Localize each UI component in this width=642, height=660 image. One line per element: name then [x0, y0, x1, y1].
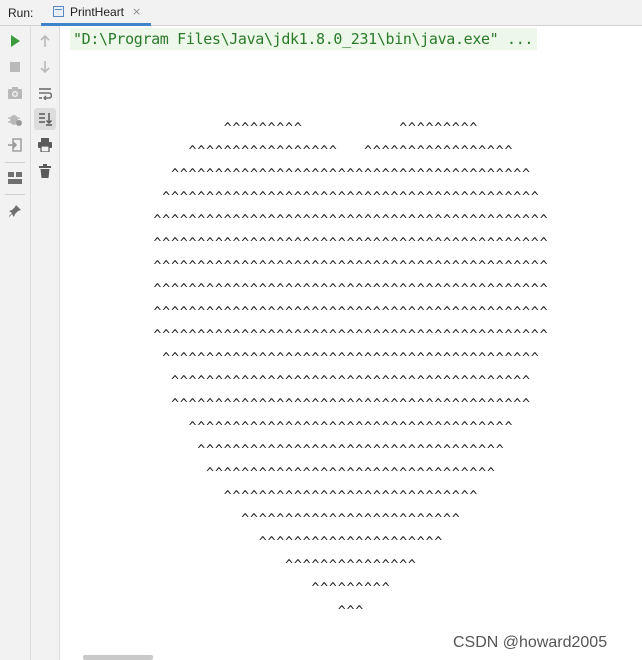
output-line: ^^^^^^^^^^^^^^^^^^^^^^^^^^^^^^^^^^^ [197, 443, 505, 458]
stop-button[interactable] [4, 56, 26, 78]
close-icon[interactable]: × [132, 5, 141, 18]
layout-icon [8, 172, 22, 184]
down-arrow-icon [40, 61, 50, 74]
horizontal-scrollbar[interactable] [83, 655, 153, 660]
output-line: ^^^^^^^^^^^^^^^^^^^^^^^^^ [241, 512, 461, 527]
debug-icon [8, 115, 22, 126]
login-icon [8, 138, 22, 152]
heart-output: ^^^^^^^^^ ^^^^^^^^^ ^^^^^^^^^^^^^^^^^ ^^… [60, 26, 642, 660]
clear-all-button[interactable] [34, 160, 56, 182]
camera-icon [8, 87, 22, 99]
output-line: ^^^^^^^^^^^^^^^^^^^^^^^^^^^^^^^^^^^^^^^^… [153, 282, 549, 297]
stop-icon [10, 62, 20, 72]
output-line: ^^^^^^^^^^^^^^^^^^^^^^^^^^^^^^^^^^^^^ [188, 420, 514, 435]
watermark: CSDN @howard2005 [453, 634, 608, 651]
soft-wrap-button[interactable] [34, 82, 56, 104]
run-toolbar-left [0, 26, 31, 660]
output-line: ^^^^^^^^^^^^^^^^^^^^^^^^^^^^^^^^^^^^^^^^… [162, 190, 540, 205]
down-stack-frame-button[interactable] [34, 56, 56, 78]
restore-layout-button[interactable] [4, 134, 26, 156]
output-line: ^^^^^^^^^^^^^^^^^^^^^^^^^^^^^ [223, 489, 479, 504]
up-arrow-icon [40, 34, 50, 47]
soft-wrap-icon [39, 88, 52, 100]
up-stack-frame-button[interactable] [34, 30, 56, 52]
toolbar-divider [5, 162, 25, 163]
print-icon [38, 138, 52, 152]
output-line: ^^^^^^^^^^^^^^^^^^^^^^^^^^^^^^^^^^^^^^^^… [171, 167, 531, 182]
dump-threads-button[interactable] [4, 82, 26, 104]
console-tab-icon [53, 6, 64, 17]
run-label: Run: [8, 6, 34, 20]
run-toolbar-right [31, 26, 60, 660]
output-line: ^^^^^^^^^^^^^^^^^^^^^^^^^^^^^^^^^^^^^^^^… [153, 328, 549, 343]
output-line: ^^^^^^^^^^^^^^^^^^^^^^^^^^^^^^^^^^^^^^^^… [171, 397, 531, 412]
pin-icon [9, 205, 21, 217]
output-line: ^^^^^^^^^ [311, 581, 391, 596]
console-output[interactable]: "D:\Program Files\Java\jdk1.8.0_231\bin\… [60, 26, 642, 660]
scroll-to-end-button[interactable] [34, 108, 56, 130]
scroll-to-end-icon [39, 113, 52, 126]
output-line: ^^^^^^^^^^^^^^^^^^^^^^^^^^^^^^^^^ [206, 466, 496, 481]
output-line: ^^^^^^^^^^^^^^^^^^^^^^^^^^^^^^^^^^^^^^^^… [153, 213, 549, 228]
output-line: ^^^^^^^^^^^^^^^ [285, 558, 417, 573]
pin-button[interactable] [4, 200, 26, 222]
tab-printheart[interactable]: PrintHeart × [41, 0, 152, 26]
tab-label: PrintHeart [70, 4, 125, 19]
print-button[interactable] [34, 134, 56, 156]
toolbar-divider [5, 194, 25, 195]
output-line: ^^^^^^^^^^^^^^^^^^^^^ [258, 535, 444, 550]
trash-icon [39, 164, 51, 178]
output-line: ^^^^^^^^^^^^^^^^^^^^^^^^^^^^^^^^^^^^^^^^… [171, 374, 531, 389]
output-line: ^^^^^^^^^^^^^^^^^^^^^^^^^^^^^^^^^^^^^^^^… [162, 351, 540, 366]
run-icon [11, 35, 20, 47]
output-line: ^^^ [337, 604, 365, 619]
output-line: ^^^^^^^^^^^^^^^^^^^^^^^^^^^^^^^^^^^^^^^^… [153, 305, 549, 320]
run-button[interactable] [4, 30, 26, 52]
layout-button[interactable] [4, 167, 26, 189]
output-line: ^^^^^^^^^^^^^^^^^ ^^^^^^^^^^^^^^^^^ [188, 144, 514, 159]
run-tab-bar: Run: PrintHeart × [0, 0, 642, 26]
output-line: ^^^^^^^^^^^^^^^^^^^^^^^^^^^^^^^^^^^^^^^^… [153, 259, 549, 274]
output-line: ^^^^^^^^^^^^^^^^^^^^^^^^^^^^^^^^^^^^^^^^… [153, 236, 549, 251]
debug-button[interactable] [4, 108, 26, 130]
output-line: ^^^^^^^^^ ^^^^^^^^^ [223, 121, 479, 136]
